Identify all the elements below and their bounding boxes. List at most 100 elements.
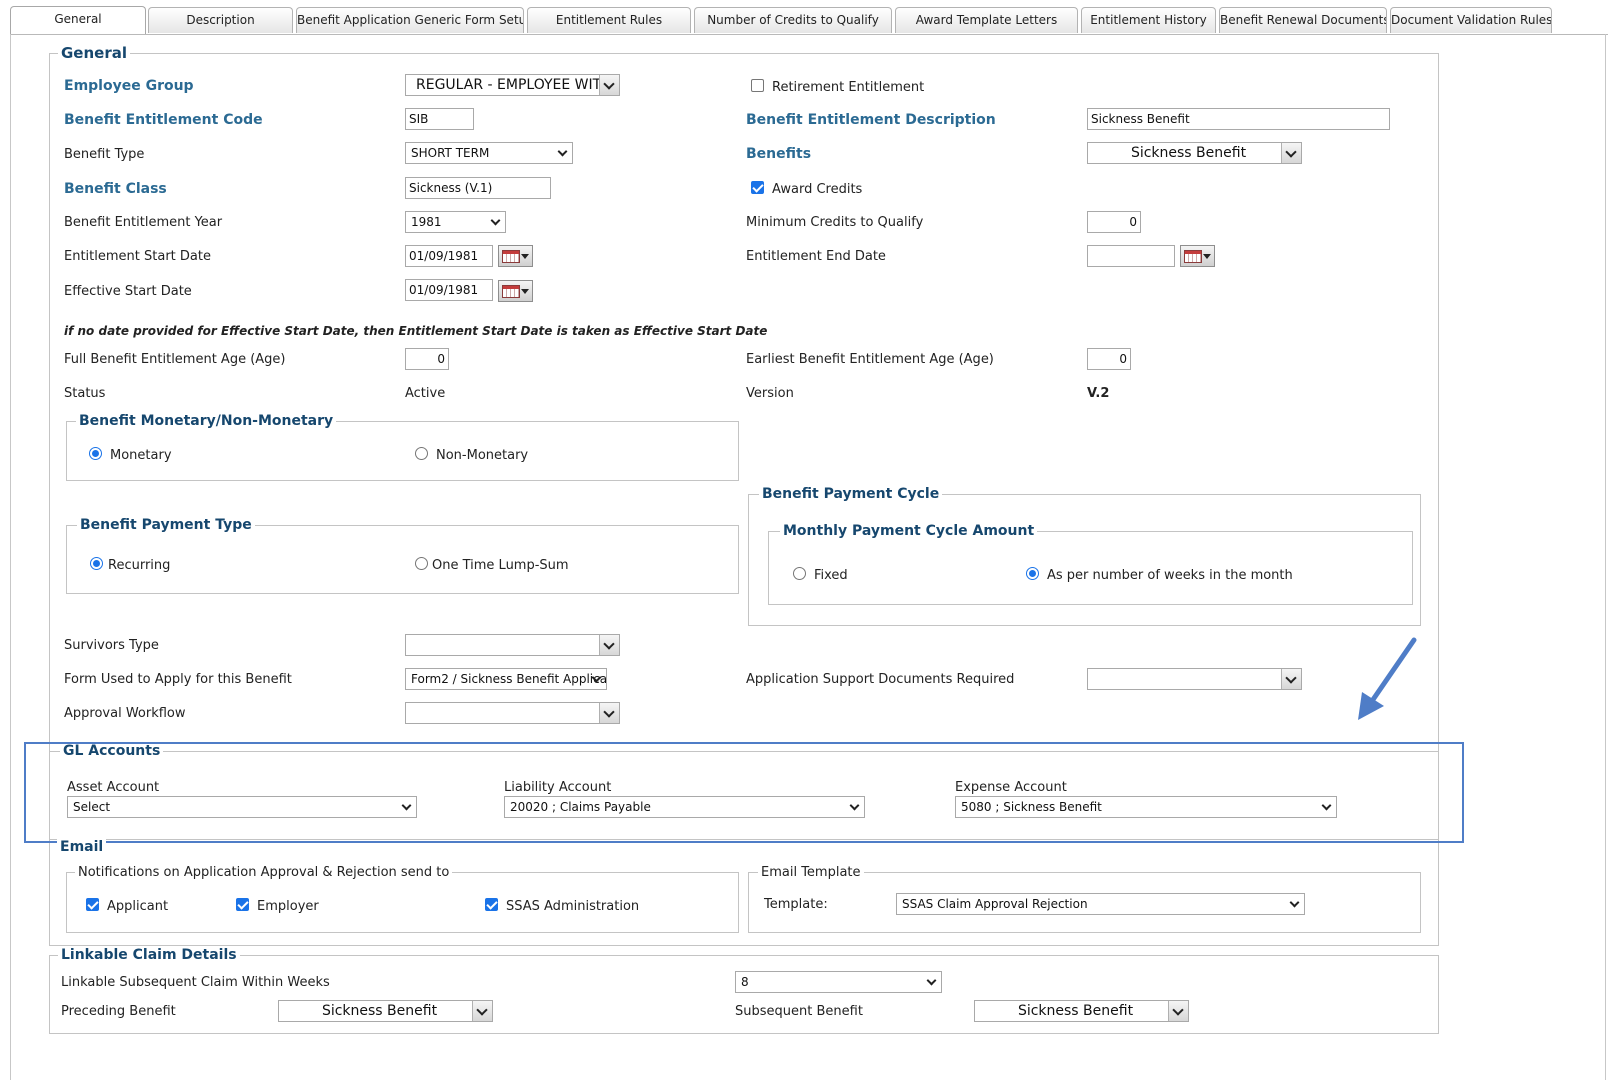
non-monetary-radio-label: Non-Monetary xyxy=(436,448,529,463)
tab-award-template-letters[interactable]: Award Template Letters xyxy=(895,7,1078,33)
effective-start-date-label: Effective Start Date xyxy=(64,284,192,299)
minimum-credits-label: Minimum Credits to Qualify xyxy=(746,215,924,230)
form-used-label: Form Used to Apply for this Benefit xyxy=(64,672,292,687)
chevron-down-icon xyxy=(926,975,937,986)
fixed-radio[interactable] xyxy=(793,567,806,580)
recurring-radio[interactable] xyxy=(90,557,103,570)
linkable-claim-fieldset xyxy=(49,955,1439,1034)
subsequent-benefit-value: Sickness Benefit xyxy=(1017,1003,1134,1019)
form-used-select[interactable]: Form2 / Sickness Benefit Applica xyxy=(405,668,607,690)
employee-group-label: Employee Group xyxy=(64,78,194,94)
approval-workflow-label: Approval Workflow xyxy=(64,706,186,721)
award-credits-label: Award Credits xyxy=(772,182,863,197)
tab-document-validation-rules[interactable]: Document Validation Rules xyxy=(1390,7,1552,33)
survivors-type-label: Survivors Type xyxy=(64,638,159,653)
chevron-down-icon xyxy=(557,146,568,157)
benefit-type-label: Benefit Type xyxy=(64,147,145,162)
calendar-icon[interactable] xyxy=(498,245,533,267)
notifications-legend: Notifications on Application Approval & … xyxy=(75,865,453,881)
status-label: Status xyxy=(64,386,106,401)
template-select[interactable]: SSAS Claim Approval Rejection xyxy=(896,893,1305,915)
employer-checkbox[interactable] xyxy=(236,898,249,911)
retirement-entitlement-checkbox[interactable] xyxy=(751,79,764,92)
template-label: Template: xyxy=(764,897,828,912)
email-template-legend: Email Template xyxy=(758,865,864,881)
applicant-label: Applicant xyxy=(107,899,169,914)
employee-group-value: REGULAR - EMPLOYEE WITI xyxy=(416,77,606,93)
award-credits-checkbox[interactable] xyxy=(751,181,764,194)
tab-description[interactable]: Description xyxy=(148,7,293,33)
form-used-value: Form2 / Sickness Benefit Applica xyxy=(411,672,607,686)
app-support-docs-select[interactable] xyxy=(1087,668,1302,690)
approval-workflow-select[interactable] xyxy=(405,702,620,724)
version-label: Version xyxy=(746,386,794,401)
benefit-entitlement-description-input[interactable]: Sickness Benefit xyxy=(1087,108,1390,130)
calendar-icon[interactable] xyxy=(498,280,533,302)
weeks-in-month-radio[interactable] xyxy=(1026,567,1039,580)
benefit-entitlement-year-select[interactable]: 1981 xyxy=(405,211,506,233)
tab-benefit-application-generic-form-setup[interactable]: Benefit Application Generic Form Setup xyxy=(296,7,524,33)
one-time-lump-sum-radio[interactable] xyxy=(415,557,428,570)
benefits-value: Sickness Benefit xyxy=(1130,145,1247,161)
recurring-radio-label: Recurring xyxy=(108,558,171,573)
benefit-class-input[interactable]: Sickness (V.1) xyxy=(405,177,551,199)
employee-group-select[interactable]: REGULAR - EMPLOYEE WITI xyxy=(405,74,620,96)
entitlement-start-date-input[interactable]: 01/09/1981 xyxy=(405,245,493,267)
employer-label: Employer xyxy=(257,899,319,914)
one-time-lump-sum-radio-label: One Time Lump-Sum xyxy=(432,558,569,573)
weeks-in-month-radio-label: As per number of weeks in the month xyxy=(1047,568,1293,583)
benefit-entitlement-year-value: 1981 xyxy=(411,215,442,229)
tab-entitlement-rules[interactable]: Entitlement Rules xyxy=(527,7,691,33)
tab-benefit-renewal-documents[interactable]: Benefit Renewal Documents xyxy=(1219,7,1387,33)
linkable-within-weeks-value: 8 xyxy=(741,975,749,989)
benefits-select[interactable]: Sickness Benefit xyxy=(1087,142,1302,164)
non-monetary-radio[interactable] xyxy=(415,447,428,460)
template-value: SSAS Claim Approval Rejection xyxy=(902,897,1088,911)
gl-accounts-highlight-box xyxy=(24,742,1464,843)
entitlement-end-date-input[interactable] xyxy=(1087,245,1175,267)
benefit-entitlement-description-label: Benefit Entitlement Description xyxy=(746,112,996,128)
preceding-benefit-label: Preceding Benefit xyxy=(61,1004,176,1019)
entitlement-start-date-label: Entitlement Start Date xyxy=(64,249,211,264)
benefit-entitlement-code-label: Benefit Entitlement Code xyxy=(64,112,263,128)
ssas-administration-checkbox[interactable] xyxy=(485,898,498,911)
chevron-down-icon xyxy=(1289,897,1300,908)
linkable-within-weeks-select[interactable]: 8 xyxy=(735,971,942,993)
benefit-class-label: Benefit Class xyxy=(64,181,167,197)
chevron-down-icon xyxy=(1281,143,1301,163)
payment-cycle-legend: Benefit Payment Cycle xyxy=(759,486,943,502)
general-legend: General xyxy=(58,45,130,61)
tab-number-of-credits-to-qualify[interactable]: Number of Credits to Qualify xyxy=(694,7,892,33)
status-value: Active xyxy=(405,386,446,401)
effective-date-note: if no date provided for Effective Start … xyxy=(64,324,768,338)
tab-entitlement-history[interactable]: Entitlement History xyxy=(1081,7,1216,33)
full-benefit-age-input[interactable]: 0 xyxy=(405,348,449,370)
effective-start-date-input[interactable]: 01/09/1981 xyxy=(405,279,493,301)
calendar-icon[interactable] xyxy=(1180,245,1215,267)
applicant-checkbox[interactable] xyxy=(86,898,99,911)
monetary-radio[interactable] xyxy=(89,447,102,460)
monthly-payment-cycle-legend: Monthly Payment Cycle Amount xyxy=(780,523,1038,539)
chevron-down-icon xyxy=(599,635,619,655)
retirement-entitlement-label: Retirement Entitlement xyxy=(772,80,925,95)
earliest-benefit-age-label: Earliest Benefit Entitlement Age (Age) xyxy=(746,352,994,367)
earliest-benefit-age-input[interactable]: 0 xyxy=(1087,348,1131,370)
email-legend: Email xyxy=(57,839,107,855)
survivors-type-select[interactable] xyxy=(405,634,620,656)
annotation-arrow-icon xyxy=(1358,637,1417,720)
chevron-down-icon xyxy=(1168,1001,1188,1021)
minimum-credits-input[interactable]: 0 xyxy=(1087,211,1141,233)
version-value: V.2 xyxy=(1087,386,1110,401)
chevron-down-icon xyxy=(490,215,501,226)
chevron-down-icon xyxy=(599,75,619,95)
subsequent-benefit-select[interactable]: Sickness Benefit xyxy=(974,1000,1189,1022)
linkable-within-weeks-label: Linkable Subsequent Claim Within Weeks xyxy=(61,975,330,990)
benefit-entitlement-code-input[interactable]: SIB xyxy=(405,108,474,130)
payment-type-legend: Benefit Payment Type xyxy=(77,517,255,533)
benefit-type-select[interactable]: SHORT TERM xyxy=(405,142,573,164)
preceding-benefit-select[interactable]: Sickness Benefit xyxy=(278,1000,493,1022)
preceding-benefit-value: Sickness Benefit xyxy=(321,1003,438,1019)
monetary-radio-label: Monetary xyxy=(110,448,172,463)
tab-general[interactable]: General xyxy=(10,6,146,34)
linkable-claim-legend: Linkable Claim Details xyxy=(58,947,240,963)
